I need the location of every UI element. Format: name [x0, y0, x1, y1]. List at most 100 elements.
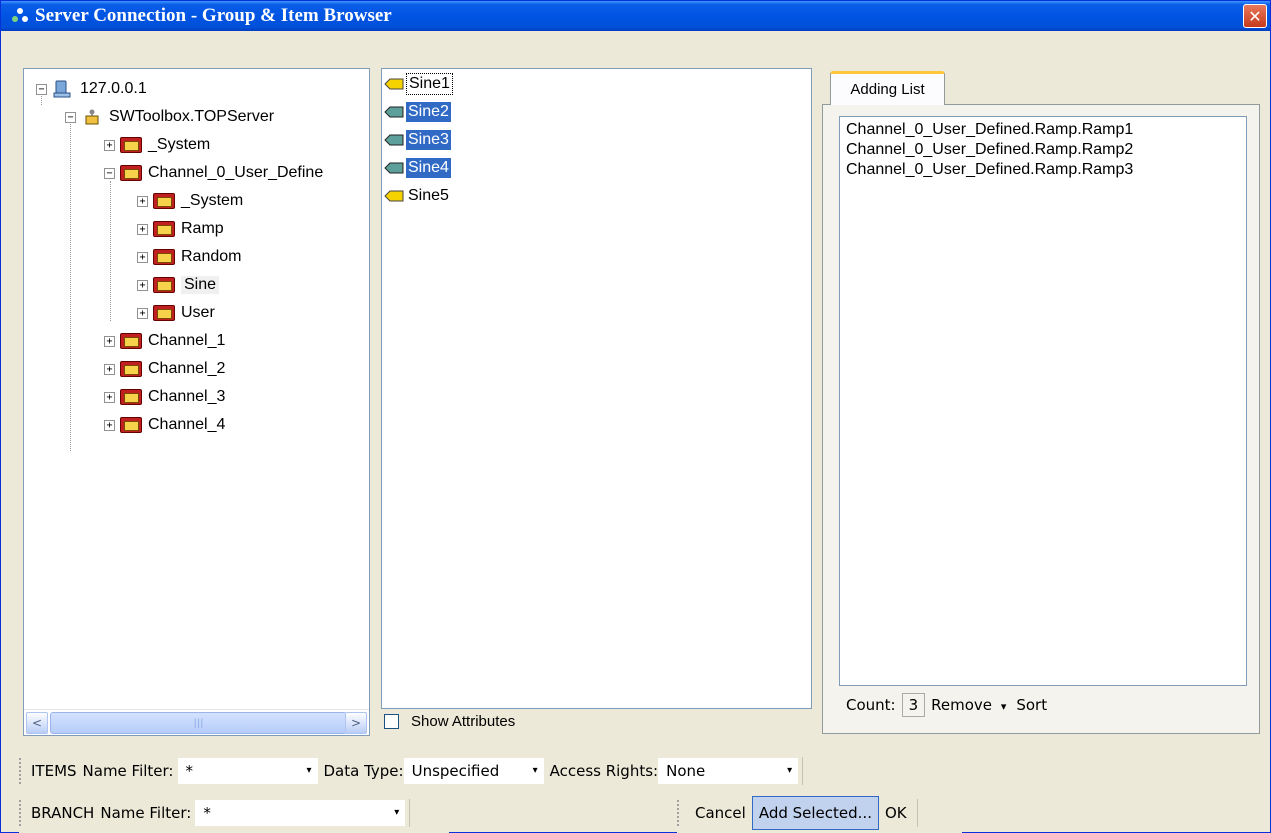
filter-value: * [185, 762, 194, 780]
chevron-down-icon[interactable]: ▾ [533, 765, 538, 776]
expand-icon[interactable]: + [104, 363, 115, 375]
toolbar-grip[interactable] [19, 800, 23, 826]
tree-node-random[interactable]: + Random [137, 243, 241, 271]
expand-icon[interactable]: + [137, 251, 148, 263]
branch-name-filter-input[interactable]: * ▾ [195, 800, 406, 826]
toolbar-grip[interactable] [677, 800, 681, 826]
list-item[interactable]: Channel_0_User_Defined.Ramp.Ramp1 [846, 120, 1240, 140]
list-item[interactable]: Sine4 [384, 155, 451, 181]
title-bar[interactable]: Server Connection - Group & Item Browser… [1, 1, 1270, 31]
toolbar-separator [916, 799, 918, 827]
expand-icon[interactable]: + [104, 335, 115, 347]
tree-node-label: User [181, 304, 215, 321]
access-rights-select[interactable]: None ▾ [658, 758, 799, 784]
item-label: Sine4 [406, 158, 451, 178]
list-item[interactable]: Sine3 [384, 127, 451, 153]
tag-icon [384, 134, 404, 146]
data-type-select[interactable]: Unspecified ▾ [403, 758, 544, 784]
tree-node-channel-3[interactable]: + Channel_3 [104, 383, 225, 411]
chevron-down-icon[interactable]: ▾ [787, 765, 792, 776]
list-item[interactable]: Sine1 [384, 71, 453, 97]
scroll-thumb[interactable]: ||| [50, 712, 347, 734]
tree-node-channel-1[interactable]: + Channel_1 [104, 327, 225, 355]
tree-node-system[interactable]: + _System [104, 131, 210, 159]
tree-node-label: Channel_2 [148, 360, 226, 377]
toolbar-separator [802, 757, 804, 785]
toolbar-separator [409, 799, 411, 827]
folder-icon [120, 333, 142, 349]
tree-horizontal-scrollbar[interactable]: < ||| > [24, 709, 369, 735]
items-name-filter-input[interactable]: * ▾ [177, 758, 318, 784]
tree-node-label: Channel_3 [148, 388, 226, 405]
branch-section-label: BRANCH [31, 804, 95, 822]
tree-node-channel-2[interactable]: + Channel_2 [104, 355, 225, 383]
expand-icon[interactable]: + [104, 391, 115, 403]
sort-button[interactable]: Sort [1016, 696, 1047, 714]
collapse-icon[interactable]: − [65, 111, 76, 123]
tree-node-label: _System [181, 192, 244, 209]
branch-name-filter-label: Name Filter: [100, 804, 192, 822]
scroll-right-button[interactable]: > [345, 712, 367, 734]
ok-button[interactable]: OK [879, 796, 913, 830]
list-item[interactable]: Channel_0_User_Defined.Ramp.Ramp3 [846, 160, 1240, 180]
list-item[interactable]: Sine5 [384, 183, 451, 209]
add-selected-button[interactable]: Add Selected... [751, 796, 879, 830]
tree-node-channel-0[interactable]: − Channel_0_User_Define [104, 159, 323, 187]
computer-icon [52, 80, 74, 98]
tree-node-sine[interactable]: + Sine [137, 271, 220, 299]
folder-icon [153, 305, 175, 321]
access-rights-value: None [666, 762, 706, 780]
browser-window: Server Connection - Group & Item Browser… [0, 0, 1271, 833]
tab-label: Adding List [850, 81, 925, 98]
tree-node-label: Channel_1 [148, 332, 226, 349]
close-button[interactable]: ✕ [1243, 4, 1267, 28]
tag-icon [384, 162, 404, 174]
expand-icon[interactable]: + [104, 419, 115, 431]
list-item[interactable]: Channel_0_User_Defined.Ramp.Ramp2 [846, 140, 1240, 160]
show-attributes-checkbox[interactable] [384, 714, 399, 729]
tree-node-label: Channel_4 [148, 416, 226, 433]
collapse-icon[interactable]: − [36, 83, 47, 95]
items-section-label: ITEMS [31, 762, 77, 780]
remove-label: Remove [931, 696, 993, 714]
tree-node-channel-0-system[interactable]: + _System [137, 187, 243, 215]
chevron-down-icon[interactable]: ▾ [306, 765, 311, 776]
scroll-left-button[interactable]: < [26, 712, 48, 734]
expand-icon[interactable]: + [137, 307, 148, 319]
folder-icon [153, 193, 175, 209]
chevron-left-icon: < [31, 716, 43, 730]
collapse-icon[interactable]: − [104, 167, 115, 179]
expand-icon[interactable]: + [137, 223, 148, 235]
chevron-down-icon[interactable]: ▾ [394, 807, 399, 818]
folder-icon [120, 389, 142, 405]
tree-node-server[interactable]: − SWToolbox.TOPServer [65, 103, 274, 131]
adding-list[interactable]: Channel_0_User_Defined.Ramp.Ramp1 Channe… [839, 116, 1247, 686]
cancel-button[interactable]: Cancel [689, 796, 752, 830]
action-toolbar: Cancel Add Selected... OK [677, 793, 962, 833]
toolbar-grip[interactable] [19, 758, 23, 784]
remove-button[interactable]: Remove ▾ [931, 696, 1006, 714]
expand-icon[interactable]: + [104, 139, 115, 151]
tab-adding-list[interactable]: Adding List [830, 71, 945, 105]
tree-node-channel-4[interactable]: + Channel_4 [104, 411, 225, 439]
tree-line [70, 121, 71, 451]
tree-node-ramp[interactable]: + Ramp [137, 215, 224, 243]
show-attributes-option[interactable]: Show Attributes [384, 713, 515, 730]
item-list[interactable]: Sine1 Sine2 Sine3 Sine4 Sine5 [381, 68, 812, 709]
list-item[interactable]: Sine2 [384, 99, 451, 125]
tree-node-label: Ramp [181, 220, 224, 237]
expand-icon[interactable]: + [137, 279, 148, 291]
item-label: Sine3 [406, 130, 451, 150]
branch-tree[interactable]: − 127.0.0.1 − SWToolbox.TOPServer + _Sys… [23, 68, 370, 736]
access-rights-label: Access Rights: [549, 762, 659, 780]
close-icon: ✕ [1248, 6, 1262, 26]
filter-value: * [203, 804, 211, 822]
items-filter-toolbar: ITEMS Name Filter: * ▾ Data Type: Unspec… [19, 751, 889, 791]
data-type-label: Data Type: [323, 762, 404, 780]
items-name-filter-label: Name Filter: [82, 762, 174, 780]
item-label: Sine5 [408, 187, 449, 204]
data-type-value: Unspecified [411, 762, 500, 780]
tree-node-user[interactable]: + User [137, 299, 215, 327]
tree-node-root[interactable]: − 127.0.0.1 [36, 75, 147, 103]
expand-icon[interactable]: + [137, 195, 148, 207]
